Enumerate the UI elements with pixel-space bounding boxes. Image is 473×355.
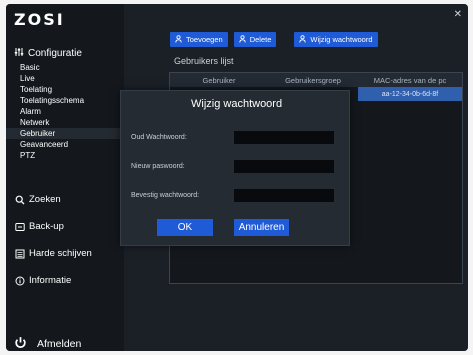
table-row-mac-cell[interactable]: aa-12-34-0b-6d-8f bbox=[358, 87, 462, 101]
new-password-label: Nieuw paswoord: bbox=[131, 163, 185, 170]
change-password-button[interactable]: Wijzig wachtwoord bbox=[294, 32, 378, 47]
zosi-logo: ZOSI bbox=[14, 10, 65, 29]
sidebar-item-alarm[interactable]: Alarm bbox=[20, 106, 124, 117]
sidebar-item-harde-schijven[interactable]: Harde schijven bbox=[14, 248, 124, 259]
delete-user-icon bbox=[239, 34, 247, 45]
sidebar-item-label: Back-up bbox=[29, 221, 64, 232]
change-password-dialog: Wijzig wachtwoord Oud Wachtwoord: Nieuw … bbox=[120, 90, 350, 246]
delete-user-button[interactable]: Delete bbox=[233, 32, 277, 47]
cancel-button[interactable]: Annuleren bbox=[234, 219, 289, 236]
close-icon[interactable]: ✕ bbox=[454, 9, 462, 20]
backup-icon bbox=[14, 221, 25, 232]
old-password-label: Oud Wachtwoord: bbox=[131, 134, 187, 141]
sidebar-item-gebruiker[interactable]: Gebruiker bbox=[6, 128, 124, 139]
add-user-label: Toevoegen bbox=[186, 35, 223, 44]
user-toolbar: Toevoegen Delete Wijzig wachtwoord bbox=[170, 32, 378, 47]
old-password-field[interactable] bbox=[234, 131, 334, 144]
ok-button[interactable]: OK bbox=[157, 219, 213, 236]
sidebar-item-toelatingsschema[interactable]: Toelatingsschema bbox=[20, 95, 124, 106]
delete-user-label: Delete bbox=[249, 35, 272, 44]
change-password-label: Wijzig wachtwoord bbox=[310, 35, 373, 44]
sidebar-item-basic[interactable]: Basic bbox=[20, 62, 124, 73]
sidebar-item-configuratie[interactable]: Configuratie bbox=[14, 42, 124, 64]
dialog-title: Wijzig wachtwoord bbox=[191, 98, 283, 110]
info-icon bbox=[14, 275, 25, 286]
sidebar-item-back-up[interactable]: Back-up bbox=[14, 221, 124, 232]
sidebar: ZOSI Configuratie Basic Live Toelating T… bbox=[6, 4, 124, 351]
search-icon bbox=[14, 194, 25, 205]
column-header-group[interactable]: Gebruikersgroep bbox=[268, 73, 358, 87]
sidebar-item-zoeken[interactable]: Zoeken bbox=[14, 194, 124, 205]
power-icon bbox=[14, 336, 27, 351]
sidebar-item-label: Informatie bbox=[29, 275, 72, 286]
sidebar-item-label: Zoeken bbox=[29, 194, 61, 205]
sidebar-item-label: Configuratie bbox=[28, 47, 82, 59]
hard-disk-icon bbox=[14, 248, 25, 259]
table-header: Gebruiker Gebruikersgroep MAC-adres van … bbox=[170, 73, 462, 87]
sidebar-item-geavanceerd[interactable]: Geavanceerd bbox=[20, 139, 124, 150]
add-user-icon bbox=[175, 34, 183, 45]
sidebar-item-label: Harde schijven bbox=[29, 248, 92, 259]
user-list-title: Gebruikers lijst bbox=[174, 56, 234, 66]
column-header-user[interactable]: Gebruiker bbox=[170, 73, 268, 87]
logout-label: Afmelden bbox=[37, 338, 82, 350]
dvr-app-window: ZOSI Configuratie Basic Live Toelating T… bbox=[6, 4, 468, 351]
new-password-field[interactable] bbox=[234, 160, 334, 173]
column-header-mac[interactable]: MAC-adres van de pc bbox=[358, 73, 462, 87]
confirm-password-label: Bevestig wachtwoord: bbox=[131, 192, 200, 199]
add-user-button[interactable]: Toevoegen bbox=[170, 32, 228, 47]
sidebar-item-toelating[interactable]: Toelating bbox=[20, 84, 124, 95]
settings-sliders-icon bbox=[14, 47, 24, 60]
sidebar-item-ptz[interactable]: PTZ bbox=[20, 150, 124, 161]
sidebar-item-live[interactable]: Live bbox=[20, 73, 124, 84]
config-submenu: Basic Live Toelating Toelatingsschema Al… bbox=[6, 62, 124, 161]
sidebar-item-netwerk[interactable]: Netwerk bbox=[20, 117, 124, 128]
logout-button[interactable]: Afmelden bbox=[14, 336, 81, 351]
confirm-password-field[interactable] bbox=[234, 189, 334, 202]
sidebar-item-informatie[interactable]: Informatie bbox=[14, 275, 124, 286]
user-key-icon bbox=[299, 34, 307, 45]
